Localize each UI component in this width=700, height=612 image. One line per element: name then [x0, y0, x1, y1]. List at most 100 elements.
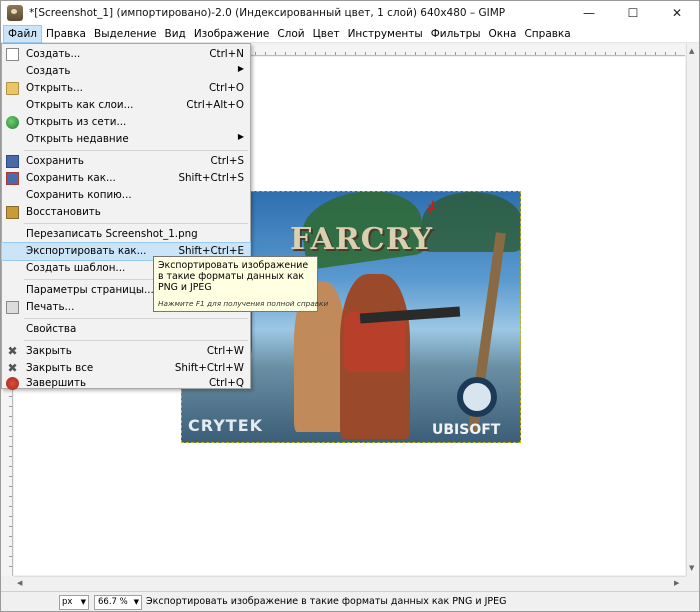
menu-item-shortcut: Shift+Ctrl+W [174, 362, 244, 374]
file-menu-dropdown: Создать... Ctrl+N Создать ▶ Открыть... C… [1, 43, 251, 390]
chevron-down-icon: ▼ [133, 598, 139, 606]
minimize-button[interactable]: — [567, 1, 611, 25]
scroll-right-arrow-icon[interactable]: ▶ [674, 579, 679, 587]
open-icon [6, 82, 19, 95]
revert-icon [6, 206, 19, 219]
menu-separator [24, 318, 248, 319]
save-icon [6, 155, 19, 168]
menu-item-label: Создать... [26, 48, 81, 60]
menu-item-overwrite[interactable]: Перезаписать Screenshot_1.png [2, 226, 250, 243]
menu-separator [24, 150, 248, 151]
menu-item-label: Создать шаблон... [26, 262, 126, 274]
web-icon [6, 116, 19, 129]
menu-item-open-recent[interactable]: Открыть недавние ▶ [2, 131, 250, 148]
menu-item-close[interactable]: ✖ Закрыть Ctrl+W [2, 343, 250, 360]
zoom-value: 66.7 % [98, 597, 128, 607]
corner-mark: ǂ [428, 198, 436, 218]
horizontal-scrollbar[interactable]: ◀ ▶ [14, 576, 686, 590]
menu-item-label: Открыть... [26, 82, 83, 94]
menu-item-label: Печать... [26, 301, 75, 313]
vertical-scrollbar[interactable]: ▲ ▼ [686, 44, 699, 576]
menu-item-save-copy[interactable]: Сохранить копию... [2, 187, 250, 204]
menu-item-label: Открыть как слои... [26, 99, 134, 111]
menu-item-shortcut: Ctrl+O [208, 82, 244, 94]
menu-item-label: Открыть из сети... [26, 116, 127, 128]
window-title: *[Screenshot_1] (импортировано)-2.0 (Инд… [29, 7, 506, 19]
menu-item-new[interactable]: Создать... Ctrl+N [2, 46, 250, 63]
menu-colors[interactable]: Цвет [309, 25, 344, 43]
palm-leaves-right [422, 192, 520, 252]
scroll-down-arrow-icon[interactable]: ▼ [689, 564, 694, 572]
gimp-window: *[Screenshot_1] (импортировано)-2.0 (Инд… [0, 0, 700, 612]
menu-item-label: Восстановить [26, 206, 101, 218]
maximize-button[interactable]: ☐ [611, 1, 655, 25]
menu-item-quit[interactable]: Завершить Ctrl+Q [2, 377, 250, 390]
ubisoft-swirl-icon [457, 377, 497, 417]
menu-item-label: Открыть недавние [26, 133, 129, 145]
game-title-logo: FARCRY [290, 222, 434, 257]
zoom-select[interactable]: 66.7 % ▼ [94, 595, 142, 610]
menu-item-label: Завершить [26, 377, 87, 389]
close-all-icon: ✖ [7, 361, 18, 375]
crytek-logo: CRYTEK [188, 416, 264, 435]
menu-item-shortcut: Shift+Ctrl+S [178, 172, 244, 184]
menu-select[interactable]: Выделение [90, 25, 161, 43]
menu-item-save-as[interactable]: Сохранить как... Shift+Ctrl+S [2, 170, 250, 187]
scroll-up-arrow-icon[interactable]: ▲ [689, 47, 694, 55]
menu-tools[interactable]: Инструменты [344, 25, 427, 43]
menu-item-label: Создать [26, 65, 71, 77]
tooltip-text: Экспортировать изображение в такие форма… [158, 260, 309, 293]
menu-item-shortcut: Ctrl+Q [208, 377, 244, 389]
chevron-down-icon: ▼ [80, 598, 86, 606]
menu-item-close-all[interactable]: ✖ Закрыть все Shift+Ctrl+W [2, 360, 250, 377]
tooltip-hint: Нажмите F1 для получения полной справки [158, 299, 329, 308]
new-icon [6, 48, 19, 61]
export-tooltip: Экспортировать изображение в такие форма… [153, 256, 328, 312]
status-bar: px ▼ 66.7 % ▼ Экспортировать изображение… [1, 591, 699, 611]
menu-item-open-as-layers[interactable]: Открыть как слои... Ctrl+Alt+O [2, 97, 250, 114]
menu-item-label: Перезаписать Screenshot_1.png [26, 228, 198, 240]
menu-separator [24, 340, 248, 341]
menu-image[interactable]: Изображение [190, 25, 274, 43]
menu-bar: Файл Правка Выделение Вид Изображение Сл… [1, 24, 699, 43]
menu-item-label: Сохранить [26, 155, 84, 167]
unit-select[interactable]: px ▼ [59, 595, 89, 610]
close-icon: ✖ [7, 344, 18, 358]
window-controls: — ☐ ✕ [567, 1, 699, 25]
menu-help[interactable]: Справка [520, 25, 574, 43]
unit-value: px [62, 597, 73, 607]
title-bar: *[Screenshot_1] (импортировано)-2.0 (Инд… [1, 1, 699, 25]
menu-file[interactable]: Файл [3, 24, 43, 43]
menu-filters[interactable]: Фильтры [427, 25, 485, 43]
menu-item-properties[interactable]: Свойства [2, 321, 250, 338]
menu-view[interactable]: Вид [161, 25, 190, 43]
menu-windows[interactable]: Окна [485, 25, 521, 43]
menu-item-shortcut: Ctrl+W [206, 345, 244, 357]
submenu-arrow-icon: ▶ [237, 132, 244, 141]
print-icon [6, 301, 19, 314]
menu-item-shortcut: Ctrl+Alt+O [186, 99, 244, 111]
close-button[interactable]: ✕ [655, 1, 699, 25]
menu-edit[interactable]: Правка [42, 25, 90, 43]
menu-item-label: Закрыть [26, 345, 72, 357]
menu-item-shortcut: Ctrl+N [209, 48, 244, 60]
menu-item-label: Сохранить копию... [26, 189, 132, 201]
status-message: Экспортировать изображение в такие форма… [146, 596, 507, 607]
menu-item-open-location[interactable]: Открыть из сети... [2, 114, 250, 131]
submenu-arrow-icon: ▶ [237, 64, 244, 73]
menu-layer[interactable]: Слой [273, 25, 308, 43]
quit-icon [6, 377, 19, 390]
save-as-icon [6, 172, 19, 185]
menu-item-label: Свойства [26, 323, 77, 335]
scroll-left-arrow-icon[interactable]: ◀ [17, 579, 22, 587]
menu-item-label: Параметры страницы... [26, 284, 154, 296]
menu-item-label: Закрыть все [26, 362, 94, 374]
menu-item-save[interactable]: Сохранить Ctrl+S [2, 153, 250, 170]
menu-item-label: Экспортировать как... [26, 245, 147, 257]
gimp-app-icon [7, 5, 23, 21]
menu-item-label: Сохранить как... [26, 172, 116, 184]
menu-item-revert[interactable]: Восстановить [2, 204, 250, 221]
menu-item-open[interactable]: Открыть... Ctrl+O [2, 80, 250, 97]
menu-separator [24, 223, 248, 224]
menu-item-create[interactable]: Создать ▶ [2, 63, 250, 80]
